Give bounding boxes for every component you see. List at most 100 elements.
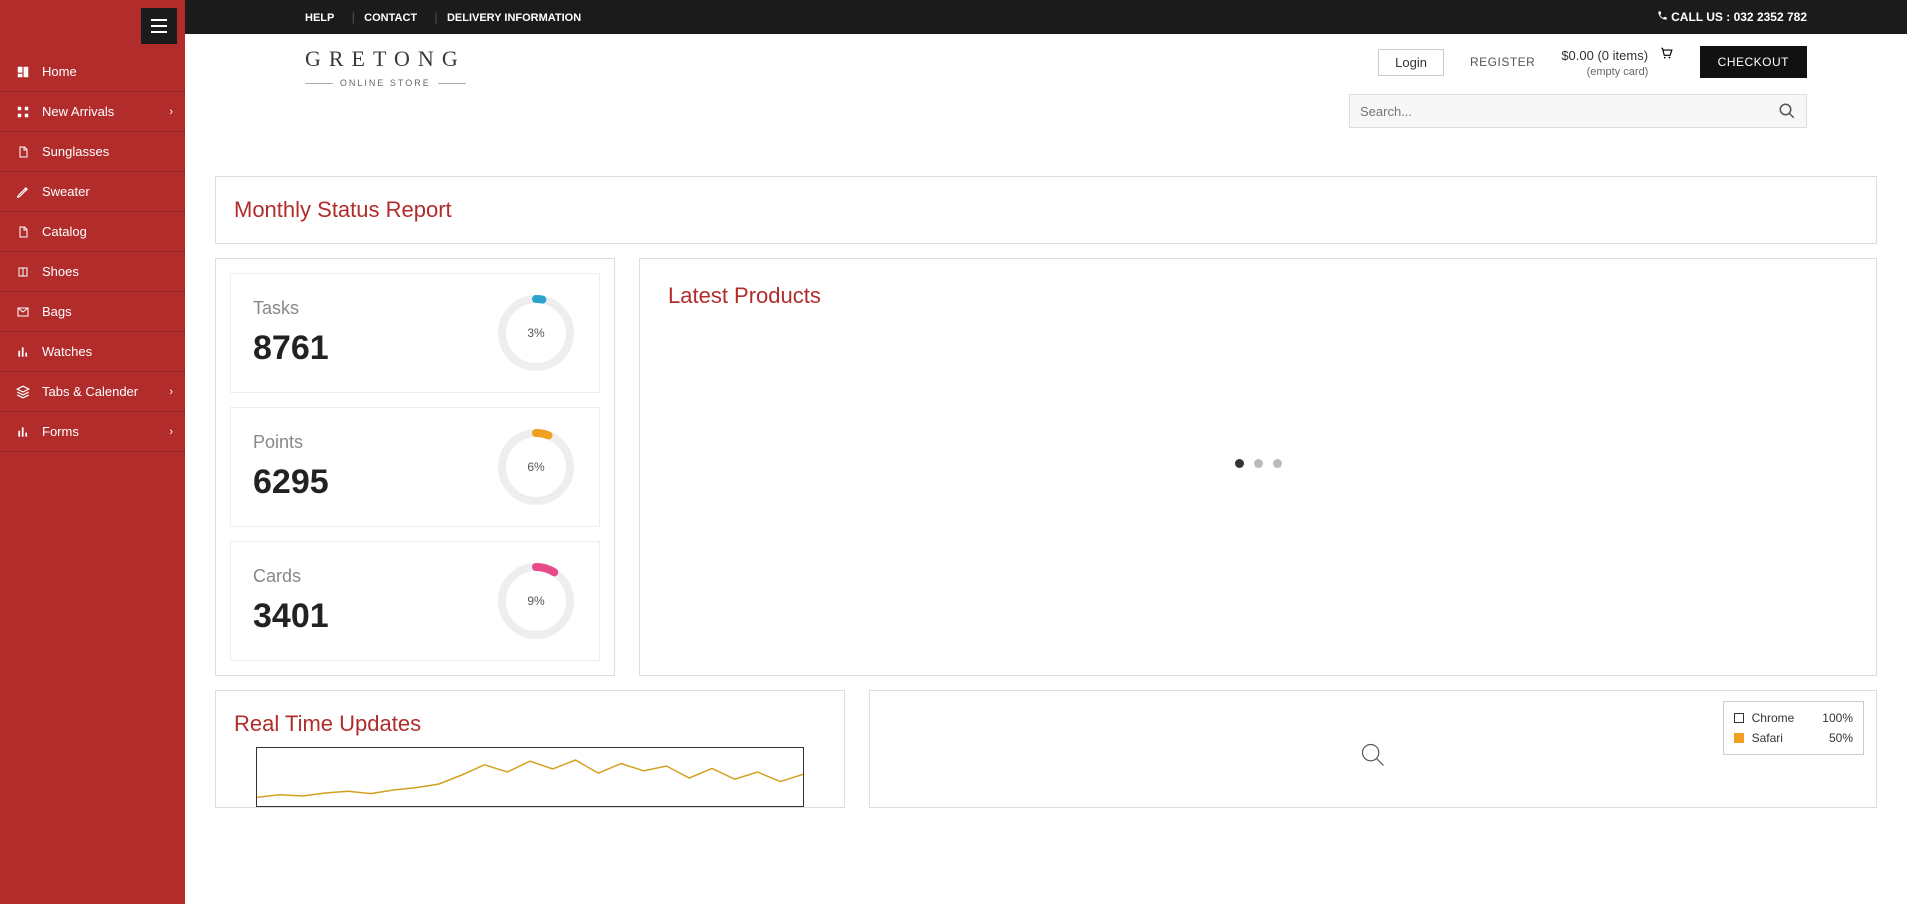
- topbar: HELP | CONTACT | DELIVERY INFORMATION CA…: [185, 0, 1907, 34]
- topbar-link-contact[interactable]: CONTACT: [364, 12, 417, 24]
- dashboard-icon: [14, 65, 32, 79]
- stats-products-row: Tasks 8761 3% Points 6295 6% Cards 3401 9% Lates…: [215, 258, 1877, 676]
- hamburger-icon: [151, 19, 167, 33]
- topbar-link-delivery[interactable]: DELIVERY INFORMATION: [447, 12, 581, 24]
- nav-list: Home New Arrivals › Sunglasses Sweater Catalo…: [0, 52, 185, 452]
- legend-percent: 50%: [1809, 731, 1853, 745]
- chevron-right-icon: ›: [169, 106, 173, 118]
- legend-percent: 100%: [1802, 711, 1853, 725]
- cart-summary[interactable]: $0.00 (0 items) (empty card): [1561, 46, 1673, 78]
- file-icon: [14, 225, 32, 239]
- search-icon[interactable]: [1778, 102, 1796, 120]
- logo-title: GRETONG: [305, 46, 466, 72]
- stat-value: 8761: [253, 329, 329, 368]
- stat-card-cards: Cards 3401 9%: [230, 541, 600, 661]
- donut-percent: 3%: [495, 292, 577, 374]
- legend-name: Safari: [1752, 731, 1783, 745]
- checkout-button[interactable]: CHECKOUT: [1700, 46, 1807, 78]
- sidebar-item-tabs-calender[interactable]: Tabs & Calender ›: [0, 372, 185, 412]
- sidebar-item-bags[interactable]: Bags: [0, 292, 185, 332]
- account-row: Login REGISTER $0.00 (0 items) (empty ca…: [1378, 46, 1807, 78]
- content: Monthly Status Report Tasks 8761 3% Points 6…: [185, 176, 1907, 848]
- pencil-icon: [14, 185, 32, 199]
- layers-icon: [14, 385, 32, 399]
- sidebar-item-label: Tabs & Calender: [42, 384, 138, 399]
- header-right: Login REGISTER $0.00 (0 items) (empty ca…: [1349, 46, 1807, 128]
- sidebar-item-label: Forms: [42, 424, 79, 439]
- latest-products-title: Latest Products: [668, 283, 1848, 309]
- donut-percent: 9%: [495, 560, 577, 642]
- separator: |: [352, 10, 355, 24]
- topbar-links: HELP | CONTACT | DELIVERY INFORMATION: [305, 10, 589, 24]
- register-link[interactable]: REGISTER: [1470, 55, 1535, 69]
- login-button[interactable]: Login: [1378, 49, 1444, 76]
- sidebar-item-label: Sweater: [42, 184, 90, 199]
- book-icon: [14, 265, 32, 279]
- stat-value: 3401: [253, 597, 329, 636]
- stat-label: Points: [253, 432, 329, 453]
- file-icon: [14, 145, 32, 159]
- donut-percent: 6%: [495, 426, 577, 508]
- legend-row-safari: Safari 50%: [1734, 728, 1853, 748]
- sidebar-item-label: Catalog: [42, 224, 87, 239]
- legend: Chrome 100% Safari 50%: [1723, 701, 1864, 755]
- updates-title: Real Time Updates: [234, 711, 826, 737]
- mail-icon: [14, 306, 32, 318]
- stats-column: Tasks 8761 3% Points 6295 6% Cards 3401 9%: [215, 258, 615, 676]
- legend-swatch: [1734, 713, 1744, 723]
- phone-icon: [1657, 10, 1671, 24]
- monthly-title: Monthly Status Report: [234, 197, 1858, 223]
- bar-chart-icon: [14, 345, 32, 359]
- sidebar-item-label: Shoes: [42, 264, 79, 279]
- sidebar-item-sunglasses[interactable]: Sunglasses: [0, 132, 185, 172]
- sidebar-item-sweater[interactable]: Sweater: [0, 172, 185, 212]
- sidebar-item-label: New Arrivals: [42, 104, 114, 119]
- monthly-report-panel: Monthly Status Report: [215, 176, 1877, 244]
- updates-legend-row: Real Time Updates Chrome 100% Safari 50%: [215, 690, 1877, 808]
- carousel-dot-2[interactable]: [1254, 459, 1263, 468]
- legend-swatch: [1734, 733, 1744, 743]
- magnify-icon: [1359, 741, 1387, 769]
- sidebar-item-label: Watches: [42, 344, 92, 359]
- stat-label: Cards: [253, 566, 329, 587]
- sidebar-item-catalog[interactable]: Catalog: [0, 212, 185, 252]
- main: HELP | CONTACT | DELIVERY INFORMATION CA…: [185, 0, 1907, 848]
- donut-chart: 3%: [495, 292, 577, 374]
- logo[interactable]: GRETONG ONLINE STORE: [305, 46, 466, 88]
- logo-subtitle: ONLINE STORE: [305, 78, 466, 88]
- stat-text: Cards 3401: [253, 566, 329, 636]
- grid-icon: [14, 105, 32, 119]
- sidebar-item-label: Sunglasses: [42, 144, 109, 159]
- sidebar-item-forms[interactable]: Forms›: [0, 412, 185, 452]
- carousel-dot-1[interactable]: [1235, 459, 1244, 468]
- latest-products-panel: Latest Products: [639, 258, 1877, 676]
- stat-card-points: Points 6295 6%: [230, 407, 600, 527]
- legend-row-chrome: Chrome 100%: [1734, 708, 1853, 728]
- carousel-dot-3[interactable]: [1273, 459, 1282, 468]
- search-bar[interactable]: [1349, 94, 1807, 128]
- separator: |: [434, 10, 437, 24]
- sidebar-item-watches[interactable]: Watches: [0, 332, 185, 372]
- legend-name: Chrome: [1752, 711, 1795, 725]
- header: GRETONG ONLINE STORE Login REGISTER $0.0…: [185, 34, 1907, 158]
- sidebar-item-label: Home: [42, 64, 77, 79]
- hamburger-toggle[interactable]: [141, 8, 177, 44]
- topbar-link-help[interactable]: HELP: [305, 12, 334, 24]
- search-input[interactable]: [1360, 104, 1778, 119]
- cart-total: $0.00 (0 items): [1561, 48, 1648, 63]
- donut-chart: 6%: [495, 426, 577, 508]
- stat-value: 6295: [253, 463, 329, 502]
- stat-text: Tasks 8761: [253, 298, 329, 368]
- sidebar-item-shoes[interactable]: Shoes: [0, 252, 185, 292]
- stat-label: Tasks: [253, 298, 329, 319]
- chevron-right-icon: ›: [169, 386, 173, 398]
- call-label: CALL US : 032 2352 782: [1671, 10, 1807, 24]
- cart-icon: [1658, 46, 1674, 63]
- sidebar-item-new-arrivals[interactable]: New Arrivals ›: [0, 92, 185, 132]
- stat-text: Points 6295: [253, 432, 329, 502]
- cart-sub: (empty card): [1561, 66, 1673, 78]
- carousel-dots: [668, 459, 1848, 468]
- stat-card-tasks: Tasks 8761 3%: [230, 273, 600, 393]
- sidebar-item-home[interactable]: Home: [0, 52, 185, 92]
- browser-share-panel: Chrome 100% Safari 50%: [869, 690, 1877, 808]
